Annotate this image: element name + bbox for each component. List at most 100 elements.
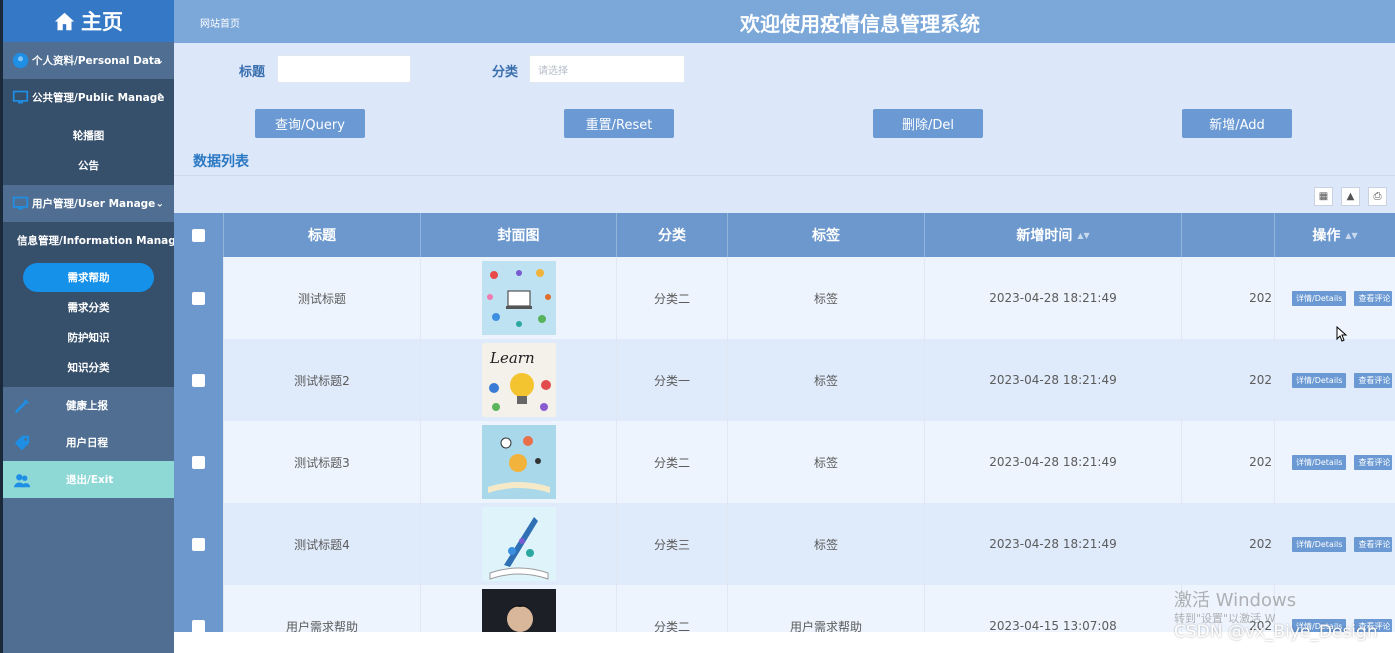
- breadcrumb[interactable]: 网站首页: [200, 15, 240, 30]
- col-extra: [1182, 213, 1275, 257]
- health-report-label: 健康上报: [66, 400, 108, 412]
- monitor-icon: [12, 90, 29, 104]
- exit-label: 退出/Exit: [66, 474, 114, 486]
- chevron-down-icon: ⌄: [155, 55, 164, 66]
- cell-tag: 标签: [728, 257, 925, 339]
- sidebar-item-notice[interactable]: 公告: [3, 150, 174, 180]
- select-all-cell: [174, 213, 224, 257]
- cell-actions: 详情/Details 查看评论: [1275, 503, 1395, 585]
- cell-extra: 202: [1182, 421, 1275, 503]
- cell-cover: [421, 503, 617, 585]
- sidebar-item-demand-category[interactable]: 需求分类: [3, 292, 174, 322]
- cell-title: 测试标题4: [224, 503, 421, 585]
- table-row: 测试标题4 分类三 标签 2023-04-28 18:21:49 202 详情/…: [174, 503, 1395, 585]
- cell-tag: 标签: [728, 503, 925, 585]
- sidebar-item-carousel[interactable]: 轮播图: [3, 120, 174, 150]
- table-row: 测试标题2 Learn 分类一 标签 2023-04-28 18:21:49 2…: [174, 339, 1395, 421]
- row-checkbox[interactable]: [192, 291, 205, 305]
- cell-cover: Learn: [421, 339, 617, 421]
- sidebar-item-protection-knowledge[interactable]: 防护知识: [3, 322, 174, 352]
- cell-cover: [421, 257, 617, 339]
- cover-image-book-rocket: [481, 507, 556, 581]
- export-icon[interactable]: ▲: [1341, 187, 1360, 206]
- row-checkbox[interactable]: [192, 455, 205, 469]
- cell-extra: 202: [1182, 339, 1275, 421]
- cell-category: 分类二: [617, 257, 728, 339]
- col-created-time[interactable]: 新增时间 ▲▼: [925, 213, 1182, 257]
- view-comments-button[interactable]: 查看评论: [1354, 372, 1393, 388]
- tag-icon: [14, 435, 30, 450]
- view-comments-button[interactable]: 查看评论: [1354, 290, 1393, 306]
- cell-actions: 详情/Details 查看评论: [1275, 421, 1395, 503]
- table-row: 测试标题 分类二 标签 2023-04-28 18:21:49 202 详情/D…: [174, 257, 1395, 339]
- sort-icon: ▲▼: [1077, 230, 1090, 240]
- cell-created-time: 2023-04-28 18:21:49: [925, 503, 1182, 585]
- column-settings-icon[interactable]: ▦: [1314, 187, 1333, 206]
- cell-created-time: 2023-04-28 18:21:49: [925, 339, 1182, 421]
- home-link[interactable]: 主页: [3, 0, 174, 42]
- submenu-public-manage: 轮播图 公告: [3, 116, 174, 185]
- cover-image-learn-lightbulb: Learn: [481, 343, 556, 417]
- cell-category: 分类三: [617, 503, 728, 585]
- menu-public-manage[interactable]: 公共管理/Public Manage ⌃: [3, 79, 174, 116]
- sort-icon: ▲▼: [1345, 230, 1358, 240]
- menu-information-manage-label: 信息管理/Information Manage: [17, 235, 174, 247]
- main-content: 标题 分类 请选择 查询/Query 重置/Reset 删除/Del 新增/Ad…: [174, 43, 1395, 653]
- delete-button[interactable]: 删除/Del: [873, 109, 983, 138]
- title-filter-label: 标题: [239, 65, 266, 80]
- menu-personal-data-label: 个人资料/Personal Data: [32, 55, 162, 67]
- cell-title: 测试标题: [224, 257, 421, 339]
- sidebar-item-health-report[interactable]: 健康上报: [3, 387, 174, 424]
- row-checkbox[interactable]: [192, 537, 205, 551]
- table-header: 标题 封面图 分类 标签 新增时间 ▲▼ 操作 ▲▼: [174, 213, 1395, 257]
- user-schedule-label: 用户日程: [66, 437, 108, 449]
- col-actions[interactable]: 操作 ▲▼: [1275, 213, 1395, 257]
- add-button[interactable]: 新增/Add: [1182, 109, 1292, 138]
- query-button[interactable]: 查询/Query: [255, 109, 365, 138]
- page-title: 欢迎使用疫情信息管理系统: [740, 12, 980, 36]
- category-filter-label: 分类: [492, 65, 519, 80]
- app-root: 主页 个人资料/Personal Data ⌄ 公共管理/Public Mana…: [0, 0, 1395, 653]
- col-tag: 标签: [728, 213, 925, 257]
- cell-extra: 202: [1182, 503, 1275, 585]
- chevron-down-icon: ⌄: [155, 198, 164, 209]
- menu-information-manage[interactable]: 信息管理/Information Manage: [3, 222, 174, 259]
- col-created-time-label: 新增时间: [1016, 228, 1073, 244]
- cell-category: 分类一: [617, 339, 728, 421]
- menu-user-manage[interactable]: 用户管理/User Manage ⌄: [3, 185, 174, 222]
- view-comments-button[interactable]: 查看评论: [1354, 536, 1393, 552]
- cell-tag: 标签: [728, 421, 925, 503]
- details-button[interactable]: 详情/Details: [1292, 290, 1347, 306]
- sidebar-item-demand-help[interactable]: 需求帮助: [23, 263, 154, 292]
- details-button[interactable]: 详情/Details: [1292, 536, 1347, 552]
- reset-button[interactable]: 重置/Reset: [564, 109, 674, 138]
- col-actions-label: 操作: [1312, 228, 1341, 244]
- row-select-cell: [174, 421, 224, 503]
- col-cover: 封面图: [421, 213, 617, 257]
- menu-personal-data[interactable]: 个人资料/Personal Data ⌄: [3, 42, 174, 79]
- details-button[interactable]: 详情/Details: [1292, 454, 1347, 470]
- print-icon[interactable]: ⎙: [1368, 187, 1387, 206]
- row-select-cell: [174, 339, 224, 421]
- divider: [174, 175, 1395, 176]
- cell-category: 分类二: [617, 421, 728, 503]
- details-button[interactable]: 详情/Details: [1292, 372, 1347, 388]
- col-category: 分类: [617, 213, 728, 257]
- sidebar: 主页 个人资料/Personal Data ⌄ 公共管理/Public Mana…: [0, 0, 174, 653]
- sidebar-item-user-schedule[interactable]: 用户日程: [3, 424, 174, 461]
- activate-windows-watermark: 激活 Windows: [1174, 590, 1297, 611]
- cover-image-people-computer: [481, 261, 556, 335]
- svg-text:Learn: Learn: [489, 349, 535, 367]
- menu-user-manage-label: 用户管理/User Manage: [32, 198, 156, 210]
- sidebar-item-knowledge-category[interactable]: 知识分类: [3, 352, 174, 382]
- select-all-checkbox[interactable]: [192, 228, 205, 242]
- category-select[interactable]: 请选择: [529, 55, 685, 83]
- title-filter-input[interactable]: [277, 55, 411, 83]
- cover-image-open-book: [481, 425, 556, 499]
- data-list-title: 数据列表: [193, 154, 249, 170]
- row-checkbox[interactable]: [192, 619, 205, 633]
- view-comments-button[interactable]: 查看评论: [1354, 454, 1393, 470]
- sidebar-item-exit[interactable]: 退出/Exit: [3, 461, 174, 498]
- row-checkbox[interactable]: [192, 373, 205, 387]
- cell-title: 测试标题3: [224, 421, 421, 503]
